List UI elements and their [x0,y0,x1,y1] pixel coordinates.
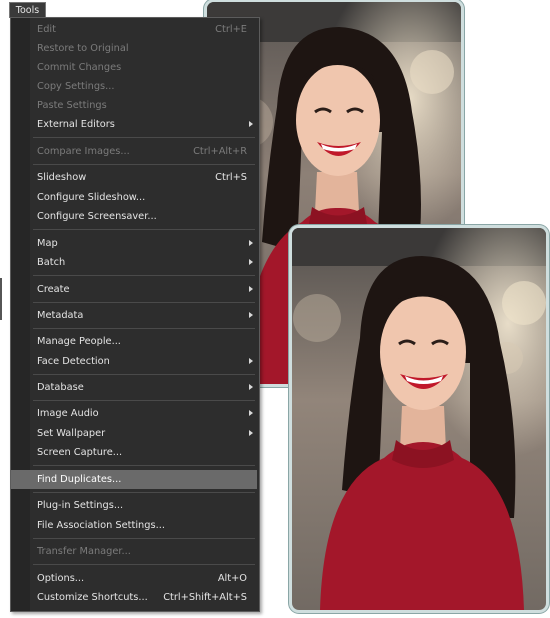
submenu-arrow-icon [249,410,253,416]
menu-item-label: Transfer Manager... [37,546,131,557]
menu-item-label: Set Wallpaper [37,428,106,439]
menu-item-paste-settings: Paste Settings [11,96,257,115]
menu-item-image-audio[interactable]: Image Audio [11,404,257,423]
menu-item-file-association-settings[interactable]: File Association Settings... [11,516,257,535]
submenu-arrow-icon [249,259,253,265]
menu-item-set-wallpaper[interactable]: Set Wallpaper [11,424,257,443]
menu-item-find-duplicates[interactable]: Find Duplicates... [11,470,257,489]
menu-item-face-detection[interactable]: Face Detection [11,352,257,371]
menu-item-label: Edit [37,24,56,35]
tools-menu-tab[interactable]: Tools [9,2,46,18]
menu-item-label: Customize Shortcuts... [37,592,148,603]
menu-separator [33,374,255,375]
menu-separator [33,538,255,539]
menu-item-customize-shortcuts[interactable]: Customize Shortcuts... Ctrl+Shift+Alt+S [11,588,257,607]
menu-item-label: Configure Slideshow... [37,192,146,203]
menu-item-label: File Association Settings... [37,520,165,531]
submenu-arrow-icon [249,430,253,436]
submenu-arrow-icon [249,358,253,364]
menu-item-configure-slideshow[interactable]: Configure Slideshow... [11,188,257,207]
menu-separator [33,328,255,329]
menu-item-label: Configure Screensaver... [37,211,157,222]
menu-item-label: Paste Settings [37,100,107,111]
menu-item-copy-settings: Copy Settings... [11,77,257,96]
menu-separator [33,275,255,276]
menu-item-options[interactable]: Options... Alt+O [11,569,257,588]
menu-item-shortcut: Ctrl+Alt+R [193,146,247,157]
menu-item-label: Database [37,382,84,393]
menu-item-manage-people[interactable]: Manage People... [11,332,257,351]
submenu-arrow-icon [249,121,253,127]
menu-item-edit: Edit Ctrl+E [11,20,257,39]
menu-item-label: Find Duplicates... [37,474,122,485]
menu-item-label: Face Detection [37,356,110,367]
menu-separator [33,164,255,165]
menu-separator [33,564,255,565]
menu-item-transfer-manager: Transfer Manager... [11,542,257,561]
menu-item-slideshow[interactable]: Slideshow Ctrl+S [11,168,257,187]
menu-separator [33,465,255,466]
submenu-arrow-icon [249,240,253,246]
menu-item-compare-images: Compare Images... Ctrl+Alt+R [11,142,257,161]
photo-thumbnail-front[interactable] [292,228,546,610]
menu-item-label: Copy Settings... [37,81,115,92]
menu-item-batch[interactable]: Batch [11,253,257,272]
menu-separator [33,302,255,303]
menu-item-label: Image Audio [37,408,99,419]
menu-item-shortcut: Alt+O [217,573,247,584]
menu-item-external-editors[interactable]: External Editors [11,115,257,134]
menu-separator [33,400,255,401]
tools-dropdown-menu: Edit Ctrl+E Restore to Original Commit C… [10,17,260,612]
left-edge-mark [0,278,2,320]
submenu-arrow-icon [249,312,253,318]
menu-item-shortcut: Ctrl+S [215,172,247,183]
menu-item-restore-to-original: Restore to Original [11,39,257,58]
menu-item-label: Commit Changes [37,62,122,73]
menu-separator [33,492,255,493]
menu-item-create[interactable]: Create [11,280,257,299]
menu-item-commit-changes: Commit Changes [11,58,257,77]
menu-item-shortcut: Ctrl+E [215,24,247,35]
menu-item-label: Batch [37,257,66,268]
submenu-arrow-icon [249,384,253,390]
menu-item-shortcut: Ctrl+Shift+Alt+S [163,592,247,603]
menu-item-label: Compare Images... [37,146,130,157]
menu-item-map[interactable]: Map [11,234,257,253]
menu-item-label: External Editors [37,119,115,130]
portrait-image [292,228,546,610]
menu-separator [33,229,255,230]
menu-item-database[interactable]: Database [11,378,257,397]
menu-item-label: Create [37,284,70,295]
menu-item-label: Manage People... [37,336,121,347]
menu-item-label: Options... [37,573,85,584]
menu-item-screen-capture[interactable]: Screen Capture... [11,443,257,462]
menu-item-plug-in-settings[interactable]: Plug-in Settings... [11,496,257,515]
submenu-arrow-icon [249,286,253,292]
menu-item-label: Plug-in Settings... [37,500,124,511]
menu-item-label: Restore to Original [37,43,129,54]
menu-item-label: Slideshow [37,172,87,183]
menu-item-metadata[interactable]: Metadata [11,306,257,325]
menu-separator [33,137,255,138]
menu-item-label: Metadata [37,310,84,321]
menu-item-label: Screen Capture... [37,447,123,458]
menu-item-label: Map [37,238,58,249]
menu-item-configure-screensaver[interactable]: Configure Screensaver... [11,207,257,226]
